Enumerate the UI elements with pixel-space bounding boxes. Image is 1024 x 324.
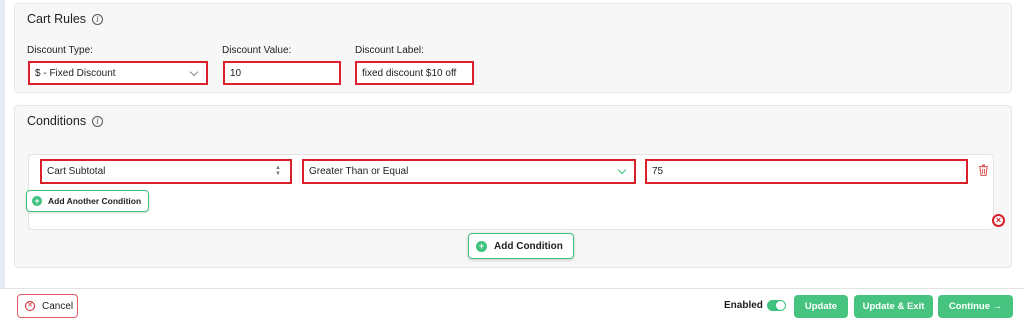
discount-value-input[interactable]: 10 [223, 61, 341, 85]
discount-type-label: Discount Type: [27, 45, 93, 56]
add-another-condition-button[interactable]: + Add Another Condition [26, 190, 150, 212]
add-another-condition-label: Add Another Condition [48, 196, 142, 206]
close-circle-icon: ✕ [25, 301, 35, 311]
discount-value-label: Discount Value: [222, 45, 292, 56]
discount-type-value: $ - Fixed Discount [35, 67, 116, 79]
condition-type-select[interactable]: Cart Subtotal ▲ ▼ [40, 159, 292, 184]
conditions-header: Conditions i [15, 106, 1011, 136]
info-icon[interactable]: i [92, 13, 104, 25]
continue-button[interactable]: Continue → [938, 295, 1013, 318]
info-icon[interactable]: i [92, 115, 104, 127]
update-exit-button[interactable]: Update & Exit [854, 295, 933, 318]
chevron-down-icon [617, 165, 627, 175]
continue-label: Continue → [948, 301, 1003, 312]
plus-circle-icon: + [476, 240, 487, 252]
cart-rules-title: Cart Rules [27, 12, 87, 26]
update-button[interactable]: Update [794, 295, 848, 318]
left-edge-strip [0, 0, 5, 288]
condition-operator-value: Greater Than or Equal [309, 166, 409, 177]
add-condition-label: Add Condition [494, 240, 563, 252]
condition-value-input[interactable]: 75 [645, 159, 968, 184]
discount-label-input[interactable]: fixed discount $10 off [355, 61, 474, 85]
condition-type-value: Cart Subtotal [47, 166, 106, 177]
remove-group-icon[interactable]: × [992, 214, 1005, 227]
discount-type-select[interactable]: $ - Fixed Discount [28, 61, 208, 85]
chevron-down-icon [189, 67, 199, 77]
condition-operator-select[interactable]: Greater Than or Equal [302, 159, 636, 184]
conditions-title: Conditions [27, 114, 87, 128]
cart-rules-panel: Cart Rules i Discount Type: $ - Fixed Di… [14, 3, 1012, 93]
plus-circle-icon: + [32, 196, 42, 206]
discount-label-text: fixed discount $10 off [362, 67, 457, 79]
add-condition-button[interactable]: + Add Condition [468, 233, 574, 259]
enabled-toggle[interactable] [767, 300, 786, 311]
cart-rules-header: Cart Rules i [15, 4, 1011, 34]
update-exit-label: Update & Exit [862, 301, 925, 312]
enabled-label: Enabled [724, 300, 763, 311]
trash-icon[interactable] [978, 164, 989, 176]
discount-value-text: 10 [230, 67, 242, 79]
condition-value-text: 75 [652, 166, 664, 177]
update-label: Update [804, 301, 838, 312]
cancel-label: Cancel [42, 300, 74, 312]
updown-arrows-icon: ▲ ▼ [275, 165, 281, 177]
discount-label-label: Discount Label: [355, 45, 424, 56]
cancel-button[interactable]: ✕ Cancel [17, 294, 78, 318]
